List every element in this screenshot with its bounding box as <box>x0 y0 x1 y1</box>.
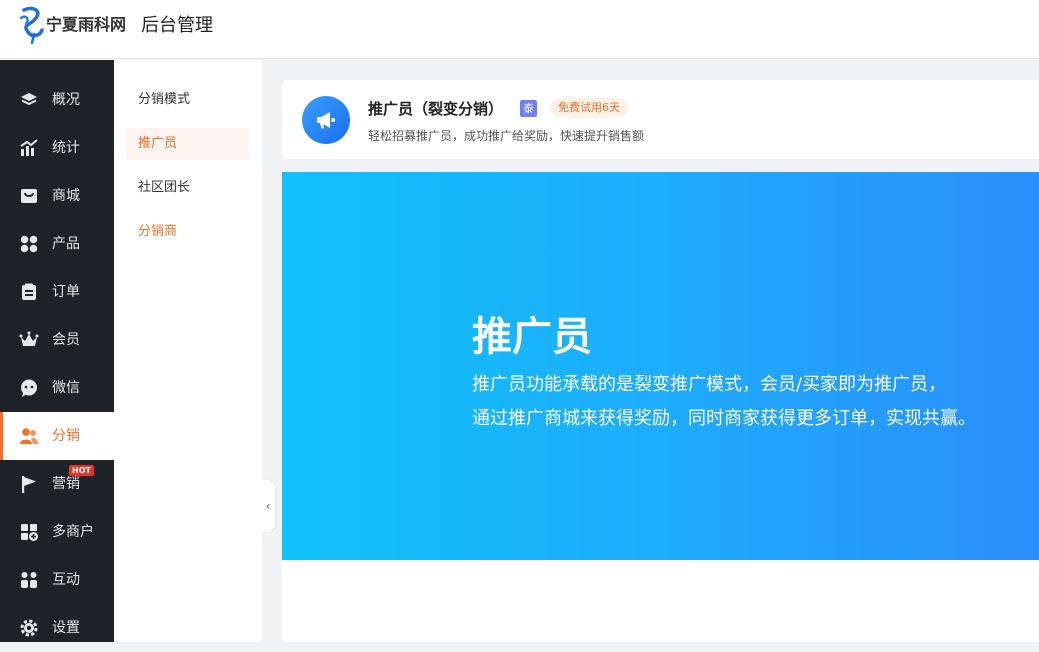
sidebar-item-label: 营销 <box>52 476 80 492</box>
flag-icon <box>19 474 39 494</box>
vip-badge: 泰 <box>520 100 537 117</box>
sidebar-item-label: 互动 <box>52 572 80 588</box>
sidebar-item-label: 微信 <box>52 380 80 396</box>
feature-card: 推广员（裂变分销） 泰 免费试用6天 轻松招募推广员，成功推广给奖励，快速提升销… <box>282 80 1039 159</box>
gear-icon <box>19 618 39 638</box>
sidebar-item-label: 会员 <box>52 332 80 348</box>
admin-title: 后台管理 <box>141 15 213 36</box>
banner-text-line-1: 推广员功能承载的是裂变推广模式，会员/买家即为推广员， <box>472 374 947 395</box>
sidebar-item-marketing[interactable]: HOT 营销 <box>0 460 114 508</box>
chevron-left-icon: ‹ <box>265 499 271 513</box>
grid-icon <box>19 234 39 254</box>
trial-badge: 免费试用6天 <box>550 98 628 118</box>
layers-icon <box>19 90 39 110</box>
sidebar-item-label: 多商户 <box>52 524 94 540</box>
sidebar-item-label: 设置 <box>52 620 80 636</box>
sidebar-item-stats[interactable]: 统计 <box>0 124 114 172</box>
sidebar-item-overview[interactable]: 概况 <box>0 76 114 124</box>
sidebar-item-mall[interactable]: 商城 <box>0 172 114 220</box>
active-indicator <box>0 412 3 460</box>
order-icon <box>19 282 39 302</box>
users-icon <box>19 426 39 446</box>
sidebar-item-label: 订单 <box>52 284 80 300</box>
banner-title: 推广员 <box>472 314 592 360</box>
crown-icon <box>19 330 39 350</box>
brand-text: 宁夏雨科网 <box>46 15 127 34</box>
main-sidebar: 概况 统计 商城 产品 订单 会员 微信 分销 HOT 营销 多商户 互动 设置 <box>0 60 114 642</box>
sidebar-item-members[interactable]: 会员 <box>0 316 114 364</box>
sidebar-item-label: 概况 <box>52 92 80 108</box>
subnav-item-community-leader[interactable]: 社区团长 <box>126 172 250 204</box>
sidebar-item-label: 统计 <box>52 140 80 156</box>
logo-icon <box>19 6 44 44</box>
shop-icon <box>19 186 39 206</box>
subnav-item-distribution-mode[interactable]: 分销模式 <box>126 84 250 116</box>
promo-banner: 推广员 推广员功能承载的是裂变推广模式，会员/买家即为推广员， 通过推广商城来获… <box>282 172 1039 560</box>
sidebar-item-interaction[interactable]: 互动 <box>0 556 114 604</box>
interact-icon <box>19 570 39 590</box>
sidebar-item-products[interactable]: 产品 <box>0 220 114 268</box>
sidebar-item-settings[interactable]: 设置 <box>0 604 114 652</box>
subnav-item-promoter[interactable]: 推广员 <box>126 128 250 160</box>
content-area <box>282 560 1039 642</box>
sidebar-item-label: 产品 <box>52 236 80 252</box>
subnav-item-distributor[interactable]: 分销商 <box>126 216 250 248</box>
collapse-sidebar-button[interactable]: ‹ <box>261 480 275 532</box>
store-add-icon <box>19 522 39 542</box>
feature-title: 推广员（裂变分销） <box>368 100 504 118</box>
sidebar-item-wechat[interactable]: 微信 <box>0 364 114 412</box>
sidebar-item-label: 分销 <box>52 428 80 444</box>
sidebar-item-multi-merchant[interactable]: 多商户 <box>0 508 114 556</box>
chat-icon <box>19 378 39 398</box>
megaphone-icon <box>302 96 350 144</box>
banner-text-line-2: 通过推广商城来获得奖励，同时商家获得更多订单，实现共赢。 <box>472 408 976 429</box>
sub-navigation: 分销模式 推广员 社区团长 分销商 <box>114 60 262 642</box>
feature-description: 轻松招募推广员，成功推广给奖励，快速提升销售额 <box>368 129 645 143</box>
chart-icon <box>19 138 39 158</box>
top-header: 宁夏雨科网 后台管理 <box>0 0 1039 59</box>
sidebar-item-distribution[interactable]: 分销 <box>0 412 114 460</box>
sidebar-item-orders[interactable]: 订单 <box>0 268 114 316</box>
sidebar-item-label: 商城 <box>52 188 80 204</box>
